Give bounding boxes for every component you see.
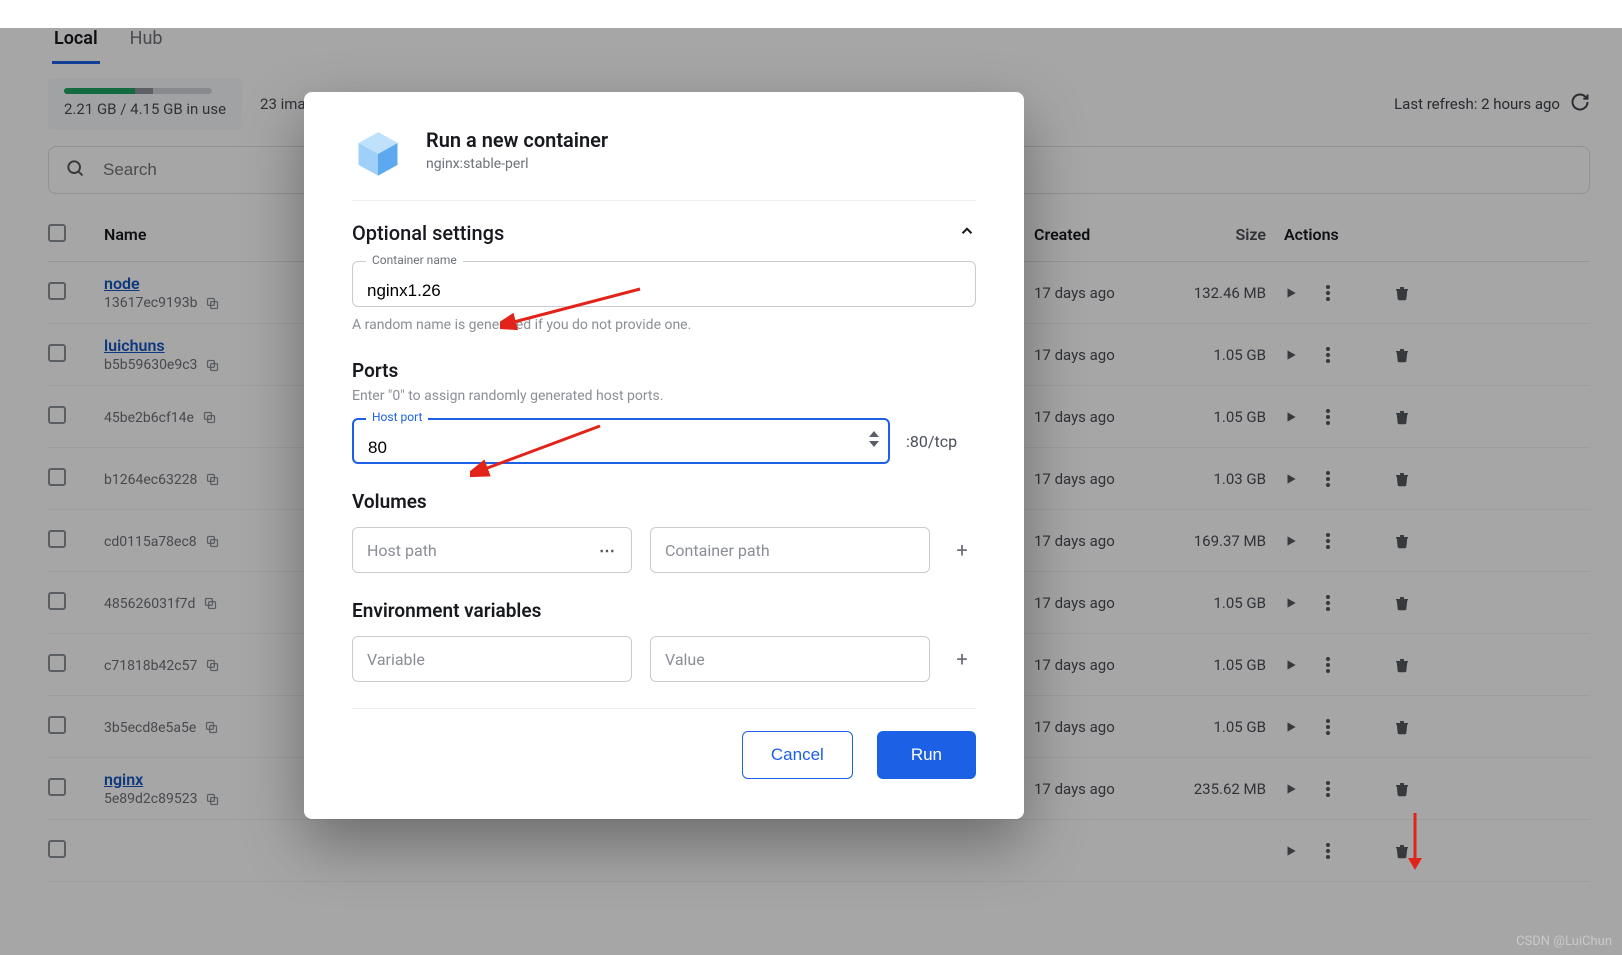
container-icon: [352, 128, 404, 180]
host-port-label: Host port: [366, 410, 428, 424]
watermark: CSDN @LuiChun: [1516, 934, 1612, 949]
host-port-input[interactable]: [352, 418, 890, 464]
volumes-heading: Volumes: [352, 490, 976, 513]
env-value-input[interactable]: Value: [650, 636, 930, 682]
container-name-input[interactable]: [352, 261, 976, 307]
volume-container-path-input[interactable]: Container path: [650, 527, 930, 573]
modal-subtitle: nginx:stable-perl: [426, 156, 608, 172]
env-heading: Environment variables: [352, 599, 976, 622]
add-env-button[interactable]: +: [948, 645, 976, 673]
ports-heading: Ports: [352, 359, 976, 382]
run-button[interactable]: Run: [877, 731, 976, 779]
port-stepper-icon[interactable]: [868, 430, 880, 452]
container-port: :80/tcp: [906, 432, 976, 451]
modal-title: Run a new container: [426, 128, 608, 152]
chevron-up-icon: [958, 222, 976, 244]
env-variable-input[interactable]: Variable: [352, 636, 632, 682]
run-container-modal: Run a new container nginx:stable-perl Op…: [304, 92, 1024, 819]
cancel-button[interactable]: Cancel: [742, 731, 853, 779]
optional-settings-toggle[interactable]: Optional settings: [352, 221, 976, 245]
container-name-label: Container name: [366, 253, 463, 267]
ports-help: Enter "0" to assign randomly generated h…: [352, 388, 976, 404]
more-icon[interactable]: ⋯: [599, 541, 617, 560]
container-name-help: A random name is generated if you do not…: [352, 317, 976, 333]
volume-host-path-input[interactable]: Host path ⋯: [352, 527, 632, 573]
add-volume-button[interactable]: +: [948, 536, 976, 564]
